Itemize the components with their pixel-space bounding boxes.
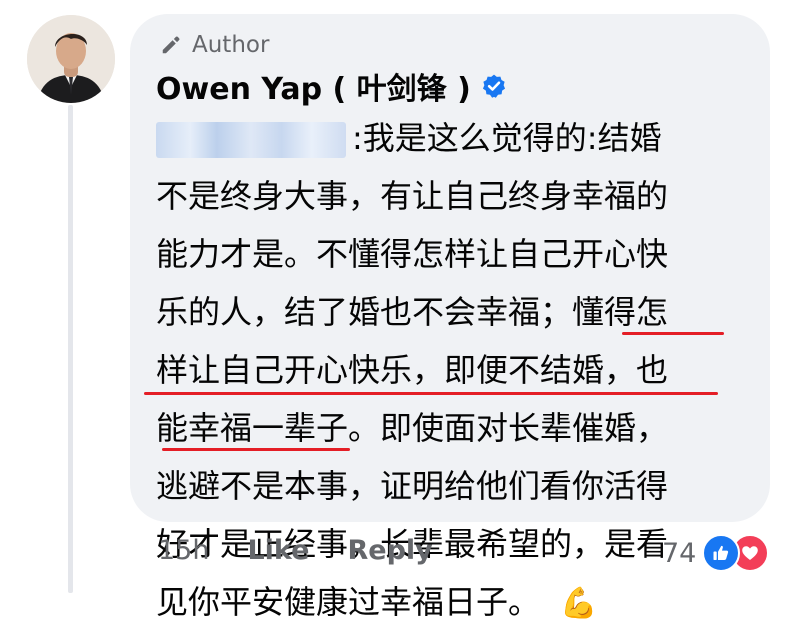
highlight-underline [162,448,350,451]
comment-line: 能力才是。不懂得怎样让自己开心快 [156,235,669,273]
comment-line: 能幸福一辈子。即使面对长辈催婚， [156,399,756,457]
highlight-underline [144,392,718,395]
comment-timestamp[interactable]: 15h [158,535,209,566]
reaction-summary[interactable]: 74 [662,534,770,572]
flexed-biceps-icon: 💪 [560,586,598,621]
comment-line: 样让自己开心快乐，即便不结婚，也 [144,341,756,399]
comment-actions: 15h Like Reply [158,535,433,566]
author-badge-label: Author [192,32,270,58]
blurred-mention [156,122,346,158]
author-name-row: Owen Yap ( 叶剑锋 ) [156,64,507,108]
author-name[interactable]: Owen Yap ( 叶剑锋 ) [156,64,471,108]
thread-line [68,105,73,593]
comment-line: 不是终身大事，有让自己终身幸福的 [156,177,669,215]
comment-bubble: Author Owen Yap ( 叶剑锋 ) :我是这么觉得的:结婚 不是终身… [130,14,770,621]
highlight-underline [622,332,724,335]
comment-line: 乐的人，结了婚也不会幸福；懂得怎 [156,283,756,341]
pencil-icon [162,36,180,54]
author-badge: Author [160,32,269,58]
like-button[interactable]: Like [247,535,309,566]
avatar[interactable] [27,15,115,103]
comment-line: 逃避不是本事，证明给他们看你活得 [156,467,669,505]
verified-badge-icon [482,74,505,98]
like-reaction-icon [702,534,741,572]
avatar-portrait-icon [27,15,115,103]
reaction-count: 74 [662,537,697,569]
comment-line: :我是这么觉得的:结婚 [156,109,756,167]
comment-line: 见你平安健康过幸福日子。 💪 [156,583,598,621]
reply-button[interactable]: Reply [347,535,432,566]
